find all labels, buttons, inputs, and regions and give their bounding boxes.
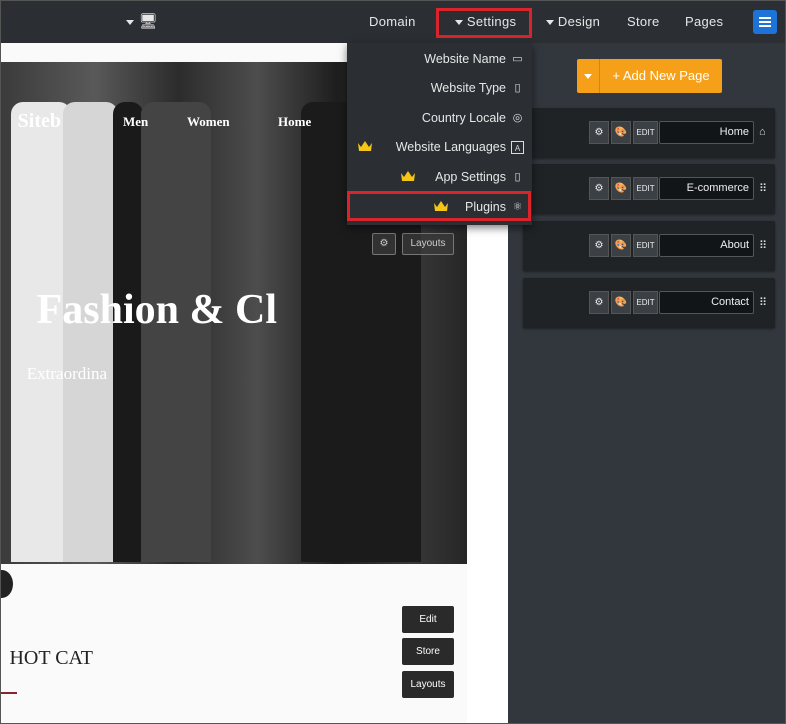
browser-window-icon: ▭ (512, 53, 523, 65)
page-name[interactable]: E-commerce (659, 177, 754, 200)
hero-layouts-button[interactable]: Layouts (402, 233, 454, 255)
crown-icon (358, 141, 372, 151)
hamburger-menu-icon[interactable] (753, 10, 777, 34)
chevron-down-icon (126, 19, 134, 25)
desktop-monitor-icon: 🖥 (138, 13, 158, 30)
page-name[interactable]: Home (659, 121, 754, 144)
gear-icon[interactable]: ⚙ (589, 177, 609, 200)
menu-design-label: Design (557, 14, 601, 29)
menu-item-label: Website Type (430, 81, 506, 95)
menu-item-app-settings[interactable]: App Settings ▯ (347, 165, 532, 191)
section-title: HOT CAT (9, 647, 93, 669)
menu-item-website-name[interactable]: Website Name ▭ (347, 47, 532, 73)
crown-icon (401, 171, 415, 181)
edit-page-button[interactable]: EDIT (633, 177, 658, 200)
carousel-arrow[interactable] (1, 570, 13, 598)
page-name[interactable]: About (659, 234, 754, 257)
hero-settings-button[interactable]: ⚙ (372, 233, 396, 255)
palette-icon[interactable]: 🎨 (611, 291, 631, 314)
menu-store[interactable]: Store (627, 14, 660, 29)
menu-item-website-languages[interactable]: Website Languages A (347, 135, 532, 161)
menu-item-country-locale[interactable]: Country Locale ◎ (347, 106, 532, 132)
page-row-about[interactable]: ⚙ 🎨 EDIT About ⠿ (523, 221, 775, 271)
home-icon: ⌂ (759, 126, 766, 138)
gear-icon[interactable]: ⚙ (589, 291, 609, 314)
section-layouts-button[interactable]: Layouts (402, 671, 454, 698)
globe-icon: ◎ (512, 112, 523, 124)
mobile-icon: ▯ (514, 171, 521, 183)
chevron-down-icon (546, 20, 554, 26)
top-toolbar: 🖥 Domain Settings Design Store Pages (1, 1, 785, 43)
page-row-home[interactable]: ⚙ 🎨 EDIT Home ⌂ (523, 108, 775, 158)
page-name[interactable]: Contact (659, 291, 754, 314)
edit-page-button[interactable]: EDIT (633, 234, 658, 257)
edit-page-button[interactable]: EDIT (633, 291, 658, 314)
nav-men[interactable]: Men (123, 114, 148, 130)
add-page-dropdown-toggle[interactable] (577, 59, 600, 93)
menu-domain[interactable]: Domain (369, 14, 416, 29)
edit-page-button[interactable]: EDIT (633, 121, 658, 144)
add-new-page-label: + Add New Page (612, 68, 710, 83)
page-row-ecommerce[interactable]: ⚙ 🎨 EDIT E-commerce ⠿ (523, 164, 775, 214)
palette-icon[interactable]: 🎨 (611, 121, 631, 144)
palette-icon[interactable]: 🎨 (611, 177, 631, 200)
nav-women[interactable]: Women (187, 114, 230, 130)
device-preview-toggle[interactable]: 🖥 (126, 12, 158, 30)
hero-title: Fashion & Cl (36, 287, 277, 333)
menu-item-label: Website Name (424, 52, 506, 66)
settings-highlight-box (436, 8, 532, 38)
hero-subtitle: Extraordina (26, 364, 107, 383)
drag-handle-icon[interactable]: ⠿ (759, 239, 767, 252)
menu-pages[interactable]: Pages (685, 14, 723, 29)
chevron-down-icon (584, 74, 592, 79)
drag-handle-icon[interactable]: ⠿ (759, 296, 767, 309)
section-underline (1, 692, 17, 694)
language-icon: A (511, 141, 524, 154)
gear-icon[interactable]: ⚙ (589, 121, 609, 144)
palette-icon[interactable]: 🎨 (611, 234, 631, 257)
menu-item-label: App Settings (435, 170, 506, 184)
drag-handle-icon[interactable]: ⠿ (759, 182, 767, 195)
menu-item-label: Country Locale (421, 111, 506, 125)
menu-design[interactable]: Design (546, 14, 600, 29)
document-icon: ▯ (514, 82, 521, 94)
add-new-page-button[interactable]: + Add New Page (577, 59, 722, 93)
menu-item-website-type[interactable]: Website Type ▯ (347, 76, 532, 102)
site-brand[interactable]: Siteb (1, 110, 61, 133)
section-edit-button[interactable]: Edit (402, 606, 454, 633)
page-row-contact[interactable]: ⚙ 🎨 EDIT Contact ⠿ (523, 278, 775, 328)
section-store-button[interactable]: Store (402, 638, 454, 665)
menu-item-label: Website Languages (395, 140, 506, 154)
plugins-highlight-box (347, 191, 531, 221)
app-window: Siteb Home Women Men ⚙ Layouts Fashion &… (0, 0, 786, 724)
gear-icon[interactable]: ⚙ (589, 234, 609, 257)
nav-home[interactable]: Home (278, 114, 311, 130)
